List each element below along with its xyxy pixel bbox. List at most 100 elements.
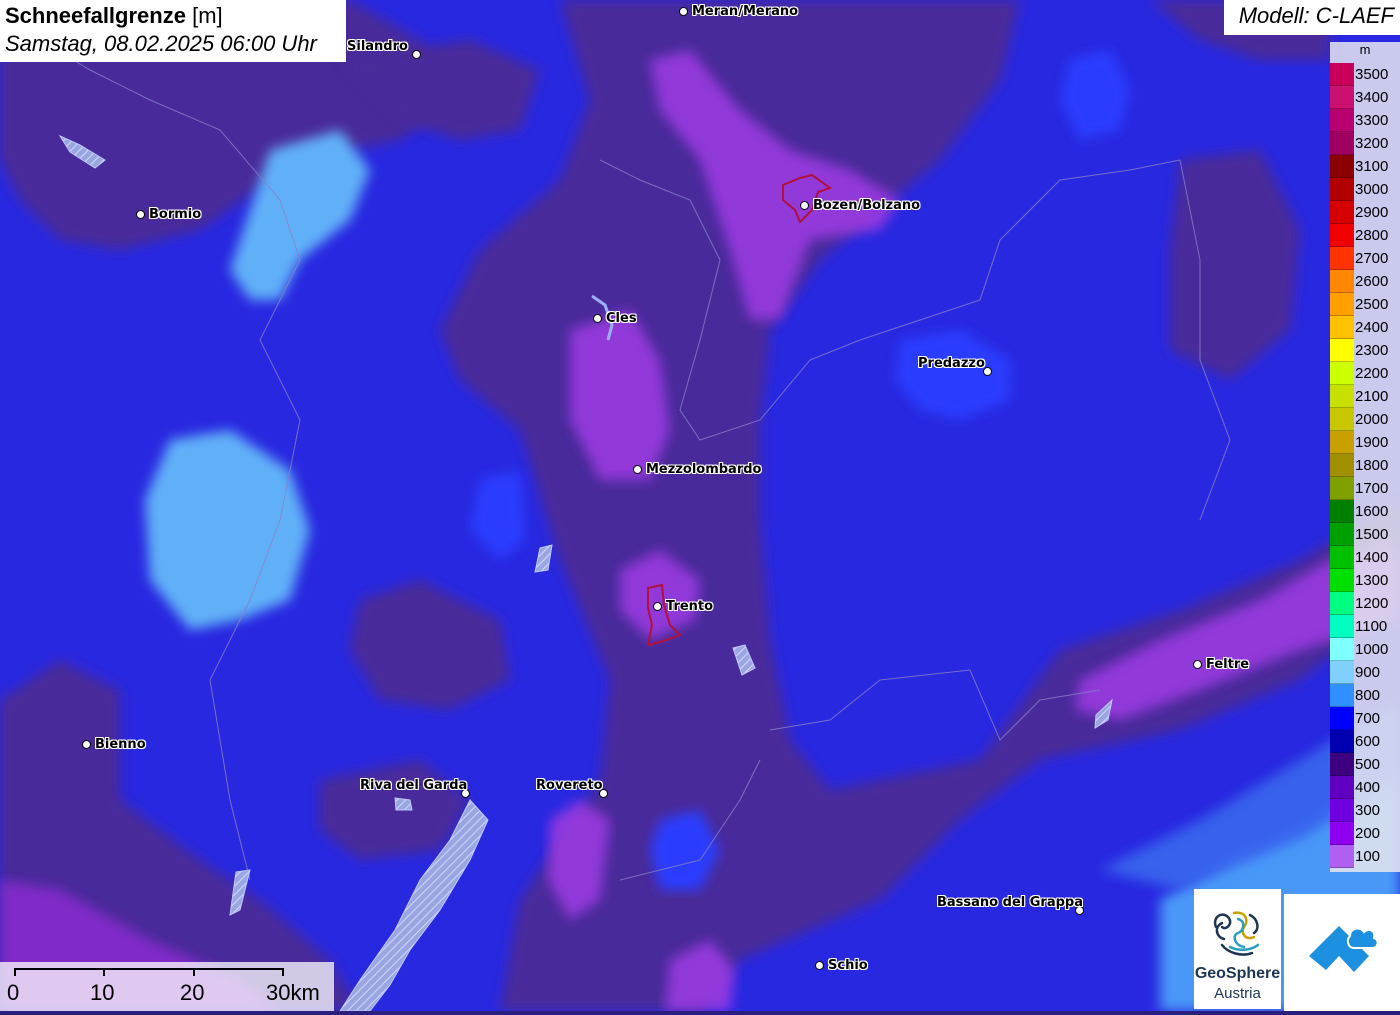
legend-label: 500 — [1355, 756, 1381, 773]
legend-row: 3000 — [1330, 178, 1400, 201]
geosphere-country: Austria — [1214, 985, 1261, 1002]
legend-row: 2600 — [1330, 270, 1400, 293]
legend-swatch — [1330, 270, 1354, 293]
legend-label: 400 — [1355, 779, 1381, 796]
legend-row: 400 — [1330, 776, 1400, 799]
legend-label: 2300 — [1355, 342, 1389, 359]
legend-label: 1000 — [1355, 641, 1389, 658]
legend-swatch — [1330, 799, 1354, 822]
legend-swatch — [1330, 477, 1354, 500]
legend-swatch — [1330, 385, 1354, 408]
legend-swatch — [1330, 339, 1354, 362]
legend-label: 3500 — [1355, 66, 1389, 83]
legend-swatch — [1330, 132, 1354, 155]
city-dot — [800, 201, 809, 210]
title-box: Schneefallgrenze [m] Samstag, 08.02.2025… — [0, 0, 346, 62]
legend-row: 1100 — [1330, 615, 1400, 638]
city-dot — [593, 314, 602, 323]
variable-unit: [m] — [192, 3, 223, 28]
legend-label: 1500 — [1355, 526, 1389, 543]
legend-swatch — [1330, 86, 1354, 109]
city-dot — [679, 7, 688, 16]
legend-row: 1200 — [1330, 592, 1400, 615]
legend-swatch — [1330, 822, 1354, 845]
map-canvas[interactable] — [0, 0, 1400, 1011]
legend-swatch — [1330, 546, 1354, 569]
scale-label-0: 0 — [7, 980, 20, 1005]
legend-row: 1300 — [1330, 569, 1400, 592]
city-label: Mezzolombardo — [646, 462, 762, 477]
legend-swatch — [1330, 615, 1354, 638]
legend-swatch — [1330, 523, 1354, 546]
legend-label: 1800 — [1355, 457, 1389, 474]
legend-unit: m — [1359, 42, 1371, 57]
legend-row: 1700 — [1330, 477, 1400, 500]
legend-label: 1700 — [1355, 480, 1389, 497]
legend-label: 100 — [1355, 848, 1381, 865]
city-label: Riva del Garda — [360, 778, 468, 793]
forecast-time: Samstag, 08.02.2025 06:00 Uhr — [5, 31, 317, 56]
legend-label: 2500 — [1355, 296, 1389, 313]
legend-label: 900 — [1355, 664, 1381, 681]
legend-row: 3500 — [1330, 63, 1400, 86]
legend-row: 200 — [1330, 822, 1400, 845]
legend-label: 3000 — [1355, 181, 1389, 198]
scale-label-30km: 30km — [266, 980, 320, 1005]
legend-swatch — [1330, 109, 1354, 132]
legend-swatch — [1330, 661, 1354, 684]
legend-row: 2200 — [1330, 362, 1400, 385]
scale-tick — [282, 968, 284, 976]
legend-swatch — [1330, 201, 1354, 224]
legend-row: 3400 — [1330, 86, 1400, 109]
partner-logo[interactable] — [1284, 894, 1400, 1011]
legend-label: 1200 — [1355, 595, 1389, 612]
legend-row: 2100 — [1330, 385, 1400, 408]
scale-bar: 0 10 20 30km — [0, 962, 334, 1011]
legend-row: 1500 — [1330, 523, 1400, 546]
legend-swatch — [1330, 569, 1354, 592]
legend-swatch — [1330, 408, 1354, 431]
legend-label: 1600 — [1355, 503, 1389, 520]
legend-label: 600 — [1355, 733, 1381, 750]
variable-name: Schneefallgrenze — [5, 3, 186, 28]
city-label: Cles — [606, 311, 637, 326]
legend-swatch — [1330, 155, 1354, 178]
legend-row: 1900 — [1330, 431, 1400, 454]
legend-swatch — [1330, 247, 1354, 270]
legend-label: 2100 — [1355, 388, 1389, 405]
legend-label: 2900 — [1355, 204, 1389, 221]
city-dot — [136, 210, 145, 219]
scale-line — [14, 968, 284, 970]
city-dot — [633, 465, 642, 474]
legend-row: 2700 — [1330, 247, 1400, 270]
legend-swatch — [1330, 293, 1354, 316]
city-label: Bienno — [95, 737, 146, 752]
geosphere-name: GeoSphere — [1194, 965, 1281, 982]
legend-swatch — [1330, 500, 1354, 523]
legend-row: 100 — [1330, 845, 1400, 868]
scale-label-20: 20 — [180, 980, 205, 1005]
legend-label: 3400 — [1355, 89, 1389, 106]
map-title: Schneefallgrenze [m] — [5, 2, 341, 30]
legend-swatch — [1330, 316, 1354, 339]
legend-label: 1900 — [1355, 434, 1389, 451]
legend-swatch — [1330, 224, 1354, 247]
legend-row: 700 — [1330, 707, 1400, 730]
scale-tick — [193, 968, 195, 976]
legend-swatch — [1330, 431, 1354, 454]
legend-row: 3200 — [1330, 132, 1400, 155]
legend-row: 1800 — [1330, 454, 1400, 477]
legend-swatch — [1330, 63, 1354, 86]
city-dot — [412, 50, 421, 59]
city-label: Predazzo — [918, 356, 985, 371]
legend-row: 800 — [1330, 684, 1400, 707]
geosphere-logo[interactable]: GeoSphere Austria — [1194, 889, 1281, 1009]
city-label: Feltre — [1206, 657, 1250, 672]
legend-swatch — [1330, 684, 1354, 707]
legend-row: 600 — [1330, 730, 1400, 753]
lake-small-5 — [394, 797, 413, 811]
legend-swatch — [1330, 845, 1354, 868]
legend-row: 1400 — [1330, 546, 1400, 569]
legend-swatch — [1330, 776, 1354, 799]
legend-label: 700 — [1355, 710, 1381, 727]
